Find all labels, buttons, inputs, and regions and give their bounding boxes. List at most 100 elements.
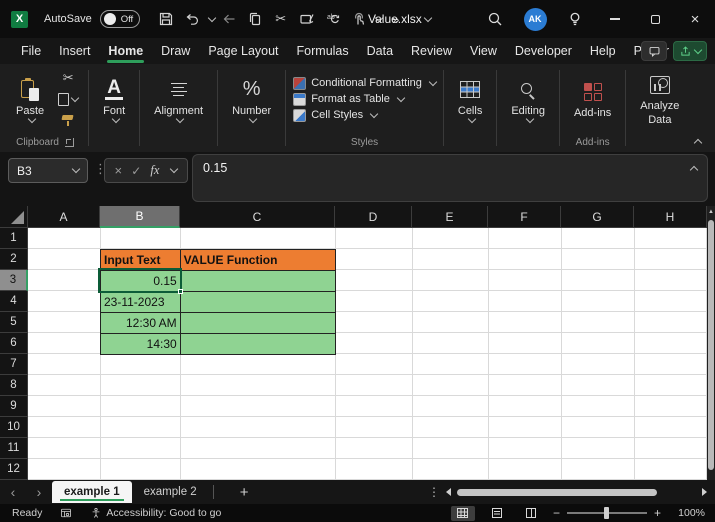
tab-help[interactable]: Help [581, 38, 625, 64]
row-header-11[interactable]: 11 [0, 438, 28, 459]
vertical-scroll-thumb[interactable] [708, 220, 714, 470]
cancel-icon[interactable]: × [115, 163, 123, 178]
name-box[interactable]: B3 [8, 158, 88, 183]
tab-view[interactable]: View [461, 38, 506, 64]
cell-C3[interactable] [180, 271, 336, 292]
sheet-nav-left-icon[interactable]: ‹ [0, 484, 26, 500]
comments-button[interactable] [641, 41, 667, 61]
zoom-slider-thumb[interactable] [603, 507, 609, 519]
format-as-table-button[interactable]: Format as Table [293, 92, 406, 106]
col-header-F[interactable]: F [488, 206, 561, 228]
email-edit-icon[interactable] [295, 7, 319, 31]
col-header-D[interactable]: D [335, 206, 412, 228]
horizontal-scrollbar[interactable] [446, 485, 707, 499]
vertical-scrollbar[interactable]: ▲ [707, 206, 715, 480]
clipboard-dialog-launcher-icon[interactable] [64, 137, 74, 147]
replace-icon[interactable]: ab [321, 7, 345, 31]
minimize-button[interactable] [595, 0, 635, 38]
tab-file[interactable]: File [12, 38, 50, 64]
zoom-level[interactable]: 100% [671, 507, 705, 519]
row-header-8[interactable]: 8 [0, 375, 28, 396]
sheet-nav-right-icon[interactable]: › [26, 484, 52, 500]
undo-icon[interactable] [180, 7, 204, 31]
close-button[interactable]: × [675, 0, 715, 38]
tab-developer[interactable]: Developer [506, 38, 581, 64]
sheet-tab-example-1[interactable]: example 1 [52, 481, 132, 503]
conditional-formatting-button[interactable]: Conditional Formatting [293, 76, 438, 90]
format-painter-button[interactable] [55, 110, 81, 130]
sheet-tab-example-2[interactable]: example 2 [132, 481, 209, 503]
tab-home[interactable]: Home [99, 38, 152, 64]
tab-insert[interactable]: Insert [50, 38, 99, 64]
editing-menu-button[interactable]: Editing [504, 75, 552, 124]
share-button[interactable] [673, 41, 707, 61]
cell-B6[interactable]: 14:30 [101, 334, 181, 355]
col-header-G[interactable]: G [561, 206, 634, 228]
grid-cells-area[interactable]: Input Text VALUE Function 0.15 23-11-202… [28, 228, 707, 480]
back-arrow-icon[interactable] [217, 7, 241, 31]
tips-lightbulb-icon[interactable] [555, 0, 595, 38]
save-icon[interactable] [154, 7, 178, 31]
addins-button[interactable]: Add-ins [567, 77, 618, 121]
horizontal-scroll-thumb[interactable] [457, 488, 657, 496]
collapse-formula-bar-icon[interactable] [689, 165, 699, 175]
col-header-A[interactable]: A [28, 206, 100, 228]
row-header-7[interactable]: 7 [0, 354, 28, 375]
tab-draw[interactable]: Draw [152, 38, 199, 64]
formula-input[interactable]: 0.15 [192, 154, 708, 202]
row-header-2[interactable]: 2 [0, 249, 28, 270]
number-menu-button[interactable]: % Number [225, 75, 278, 124]
fill-handle[interactable] [178, 289, 183, 294]
scroll-up-icon[interactable]: ▲ [707, 206, 715, 218]
row-header-6[interactable]: 6 [0, 333, 28, 354]
tab-page-layout[interactable]: Page Layout [199, 38, 287, 64]
insert-function-icon[interactable]: fx [150, 163, 159, 178]
row-header-9[interactable]: 9 [0, 396, 28, 417]
undo-dropdown-icon[interactable] [207, 13, 216, 22]
fx-dropdown-icon[interactable] [170, 164, 179, 174]
sheet-options-icon[interactable]: ⋮ [428, 485, 440, 499]
macro-record-icon[interactable] [60, 507, 72, 519]
cut-button[interactable]: ✂ [55, 68, 81, 88]
accessibility-status[interactable]: Accessibility: Good to go [90, 507, 221, 519]
copy-button[interactable] [55, 89, 81, 109]
row-header-10[interactable]: 10 [0, 417, 28, 438]
cell-C2[interactable]: VALUE Function [180, 250, 336, 271]
font-menu-button[interactable]: A Font [96, 75, 132, 124]
cell-B5[interactable]: 12:30 AM [101, 313, 181, 334]
tab-formulas[interactable]: Formulas [288, 38, 358, 64]
alignment-menu-button[interactable]: Alignment [147, 75, 210, 124]
row-header-3[interactable]: 3 [0, 270, 28, 291]
tab-data[interactable]: Data [358, 38, 402, 64]
zoom-out-icon[interactable]: − [553, 506, 560, 520]
cell-C5[interactable] [180, 313, 336, 334]
row-header-12[interactable]: 12 [0, 459, 28, 480]
cell-styles-button[interactable]: Cell Styles [293, 108, 379, 122]
maximize-button[interactable] [635, 0, 675, 38]
paste-button[interactable]: Paste [9, 75, 51, 124]
row-header-4[interactable]: 4 [0, 291, 28, 312]
row-header-5[interactable]: 5 [0, 312, 28, 333]
enter-icon[interactable]: ✓ [131, 164, 141, 178]
autosave-toggle[interactable]: Off [99, 10, 140, 28]
col-header-E[interactable]: E [412, 206, 488, 228]
account-avatar[interactable]: AK [515, 0, 555, 38]
scroll-right-icon[interactable] [702, 488, 707, 496]
tab-review[interactable]: Review [402, 38, 461, 64]
zoom-slider[interactable] [566, 507, 647, 519]
cell-C4[interactable] [180, 292, 336, 313]
cell-C6[interactable] [180, 334, 336, 355]
search-icon[interactable] [475, 0, 515, 38]
scroll-left-icon[interactable] [446, 488, 451, 496]
document-title[interactable]: Value.xlsx [368, 0, 433, 38]
cell-B4[interactable]: 23-11-2023 [101, 292, 181, 313]
row-header-1[interactable]: 1 [0, 228, 28, 249]
cells-menu-button[interactable]: Cells [451, 75, 489, 124]
view-page-break-button[interactable] [519, 506, 543, 521]
collapse-ribbon-icon[interactable] [693, 138, 703, 148]
col-header-B[interactable]: B [100, 206, 180, 228]
new-sheet-icon[interactable]: + [218, 484, 271, 501]
col-header-H[interactable]: H [634, 206, 707, 228]
analyze-data-button[interactable]: Analyze Data [633, 70, 686, 128]
col-header-C[interactable]: C [180, 206, 335, 228]
